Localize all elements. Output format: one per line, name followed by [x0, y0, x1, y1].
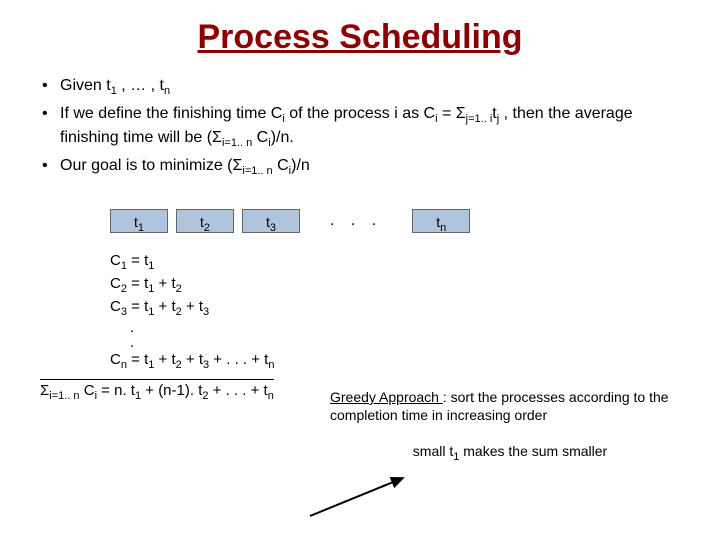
box-tn: tn [412, 209, 470, 233]
t: + t [182, 298, 203, 315]
t: = t [127, 298, 148, 315]
t: = n. t [97, 382, 135, 399]
calc-line: Cn = t1 + t2 + t3 + . . . + tn [110, 350, 720, 373]
box-t1: t1 [110, 209, 168, 233]
box-t2: t2 [176, 209, 234, 233]
right-annotation: Greedy Approach : sort the processes acc… [330, 388, 690, 464]
page-title: Process Scheduling [0, 18, 720, 57]
t: C [110, 275, 121, 292]
bullet-2: If we define the finishing time Ci of th… [60, 103, 680, 151]
t: makes the sum smaller [459, 443, 607, 459]
t: small t [413, 443, 453, 459]
calc-line: C1 = t1 [110, 251, 720, 274]
text: Given t [60, 77, 111, 94]
t: = t [127, 252, 148, 269]
t: + . . . + t [209, 351, 268, 368]
note: small t1 makes the sum smaller [330, 442, 690, 464]
bullet-1: Given t1 , … , tn [60, 75, 680, 99]
text: , … , t [117, 77, 164, 94]
t: + t [154, 275, 175, 292]
text: C [273, 157, 289, 174]
ellipsis: . . . [330, 212, 382, 230]
text: = Σ [438, 105, 466, 122]
text: If we define the finishing time C [60, 105, 282, 122]
t: + (n-1). t [141, 382, 202, 399]
text: C [252, 129, 268, 146]
t: + t [154, 298, 175, 315]
sum-line: Σi=1.. n Ci = n. t1 + (n-1). t2 + . . . … [40, 379, 274, 402]
t: = t [127, 275, 148, 292]
calc-line: C2 = t1 + t2 [110, 274, 720, 297]
s: 3 [203, 306, 209, 318]
greedy-label: Greedy Approach [330, 389, 443, 405]
sub: i=1.. n [222, 137, 252, 149]
t: + t [154, 351, 175, 368]
t: + t [182, 351, 203, 368]
t: = t [127, 351, 148, 368]
sub: 3 [270, 222, 276, 234]
s: n [268, 359, 274, 371]
sub: 2 [204, 222, 210, 234]
text: )/n [291, 157, 310, 174]
s: 1 [148, 260, 154, 272]
t: C [110, 252, 121, 269]
text: of the process i as C [285, 105, 435, 122]
process-boxes: t1 t2 t3 . . . tn [110, 209, 720, 233]
box-t3: t3 [242, 209, 300, 233]
greedy-approach-text: Greedy Approach : sort the processes acc… [330, 388, 690, 424]
bullet-3: Our goal is to minimize (Σi=1.. n Ci)/n [60, 155, 680, 179]
vdots: . [130, 335, 720, 350]
t: C [110, 298, 121, 315]
sub: j=1.. i [466, 113, 493, 125]
text: )/n. [271, 129, 294, 146]
t: Σ [40, 382, 49, 399]
bullet-list: Given t1 , … , tn If we define the finis… [0, 75, 720, 179]
sub: i=1.. n [242, 165, 272, 177]
t: + . . . + t [209, 382, 268, 399]
text: Our goal is to minimize (Σ [60, 157, 242, 174]
s: i=1.. n [49, 390, 79, 402]
sub: n [440, 222, 446, 234]
calc-line: C3 = t1 + t2 + t3 [110, 297, 720, 320]
vdots: . [130, 320, 720, 335]
arrow-icon [305, 473, 410, 521]
t: C [80, 382, 95, 399]
t: C [110, 351, 121, 368]
sub: n [164, 85, 170, 97]
s: n [268, 390, 274, 402]
sub: 1 [138, 222, 144, 234]
calc-block: C1 = t1 C2 = t1 + t2 C3 = t1 + t2 + t3 .… [110, 251, 720, 372]
s: 2 [176, 283, 182, 295]
